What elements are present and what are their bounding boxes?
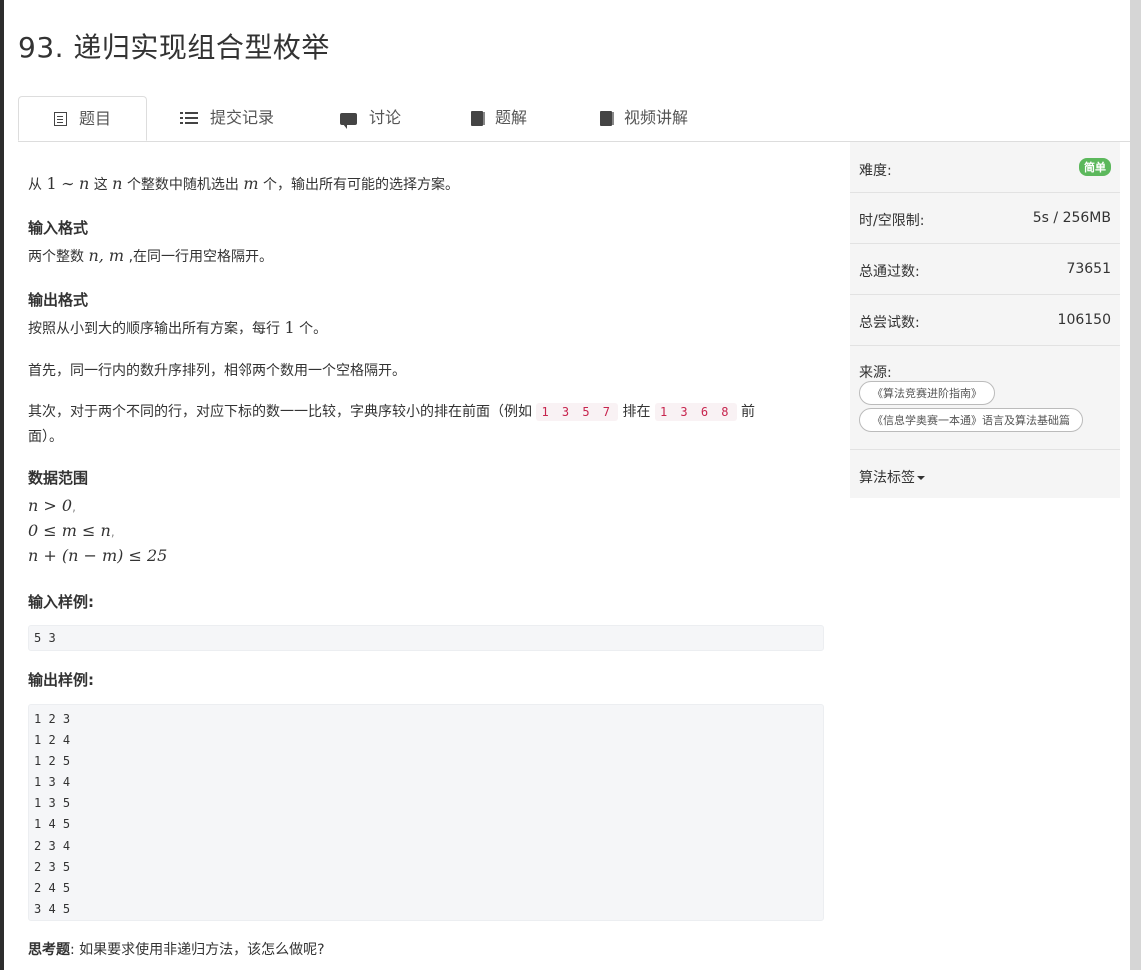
range-constraint: 0 ≤ m ≤ n, — [28, 521, 115, 540]
source-tag[interactable]: 《信息学奥赛一本通》语言及算法基础篇 — [859, 408, 1083, 432]
tab-label: 提交记录 — [210, 108, 275, 127]
tab-problem[interactable]: 题目 — [18, 96, 147, 141]
list-icon — [180, 111, 198, 125]
tab-label: 题解 — [495, 108, 528, 127]
tab-submissions[interactable]: 提交记录 — [180, 96, 274, 140]
problem-page: 93. 递归实现组合型枚举 题目 提交记录 讨论 题解 视频讲解 从 1 ∼ n — [4, 0, 1130, 970]
limit-row: 时/空限制: 5s / 256MB — [850, 193, 1120, 244]
algorithm-tags-toggle[interactable]: 算法标签 — [859, 467, 925, 487]
algorithm-tags-label: 算法标签 — [859, 470, 915, 486]
caret-down-icon — [917, 476, 925, 480]
code-line: 2 3 5 — [34, 859, 71, 874]
source-label: 来源: — [859, 365, 892, 381]
difficulty-label: 难度: — [859, 163, 892, 179]
tab-label: 视频讲解 — [624, 108, 689, 127]
window-edge — [1130, 0, 1141, 970]
output-format-title: 输出格式 — [28, 291, 89, 309]
range-constraint: n + (n − m) ≤ 25 — [28, 546, 168, 565]
source-tag[interactable]: 《算法竞赛进阶指南》 — [859, 381, 995, 405]
code-line: 1 2 4 — [34, 733, 71, 748]
code-line: 1 2 3 — [34, 712, 71, 726]
sample-output-title: 输出样例: — [28, 671, 94, 689]
code-line: 1 4 5 — [34, 817, 71, 832]
sample-input-title: 输入样例: — [28, 593, 94, 611]
code-line: 2 4 5 — [34, 880, 71, 895]
page-title: 93. 递归实现组合型枚举 — [18, 31, 330, 64]
book-icon — [600, 110, 614, 126]
code-line: 1 2 5 — [34, 754, 71, 769]
code-line: 5 3 — [34, 631, 56, 645]
code-line: 1 3 5 — [34, 796, 71, 811]
sample-output-block[interactable]: 1 2 3 1 2 4 1 2 5 1 3 4 1 3 5 1 4 5 2 3 … — [28, 704, 824, 921]
problem-tabs: 题目 提交记录 讨论 题解 视频讲解 — [18, 96, 1130, 142]
tried-value: 106150 — [1057, 312, 1111, 328]
passed-label: 总通过数: — [859, 264, 920, 280]
tried-row: 总尝试数: 106150 — [850, 295, 1120, 346]
book-icon — [471, 110, 485, 126]
code-line: 2 3 4 — [34, 838, 71, 853]
limit-value: 5s / 256MB — [1032, 210, 1111, 226]
problem-sidebar: 难度: 简单 时/空限制: 5s / 256MB 总通过数: 73651 总尝试… — [850, 142, 1120, 498]
tab-discussion[interactable]: 讨论 — [340, 96, 401, 140]
chat-icon — [340, 113, 357, 129]
inline-code: 1 3 5 7 — [536, 403, 619, 421]
output-format-line1: 按照从小到大的顺序输出所有方案，每行 1 个。 — [28, 318, 328, 337]
output-format-line2: 首先，同一行内的数升序排列，相邻两个数用一个空格隔开。 — [28, 363, 406, 379]
passed-row: 总通过数: 73651 — [850, 244, 1120, 295]
problem-description: 从 1 ∼ n 这 n 个整数中随机选出 m 个，输出所有可能的选择方案。 — [28, 174, 460, 193]
range-constraint: n > 0, — [28, 496, 76, 515]
document-icon — [53, 111, 67, 126]
source-row: 来源: 《算法竞赛进阶指南》 《信息学奥赛一本通》语言及算法基础篇 — [850, 346, 1120, 450]
tab-video[interactable]: 视频讲解 — [600, 96, 688, 140]
passed-value: 73651 — [1066, 261, 1111, 277]
input-format-title: 输入格式 — [28, 219, 89, 237]
code-line: 3 4 5 — [34, 901, 71, 916]
sample-input-block[interactable]: 5 3 — [28, 625, 824, 651]
tab-label: 讨论 — [369, 108, 402, 127]
range-title: 数据范围 — [28, 469, 89, 487]
output-format-line3: 其次，对于两个不同的行，对应下标的数一一比较，字典序较小的排在前面（例如 1 3… — [28, 403, 755, 421]
thinking-question: 思考题: 如果要求使用非递归方法，该怎么做呢? — [28, 942, 325, 958]
limit-label: 时/空限制: — [859, 213, 925, 229]
input-format-text: 两个整数 n, m ,在同一行用空格隔开。 — [28, 246, 274, 265]
output-format-line3-cont: 面）。 — [28, 429, 63, 445]
tried-label: 总尝试数: — [859, 315, 920, 331]
tab-label: 题目 — [78, 108, 111, 128]
tab-solutions[interactable]: 题解 — [471, 96, 527, 140]
difficulty-badge: 简单 — [1079, 158, 1111, 176]
difficulty-row: 难度: 简单 — [850, 142, 1120, 193]
code-line: 1 3 4 — [34, 775, 71, 790]
inline-code: 1 3 6 8 — [654, 403, 737, 421]
